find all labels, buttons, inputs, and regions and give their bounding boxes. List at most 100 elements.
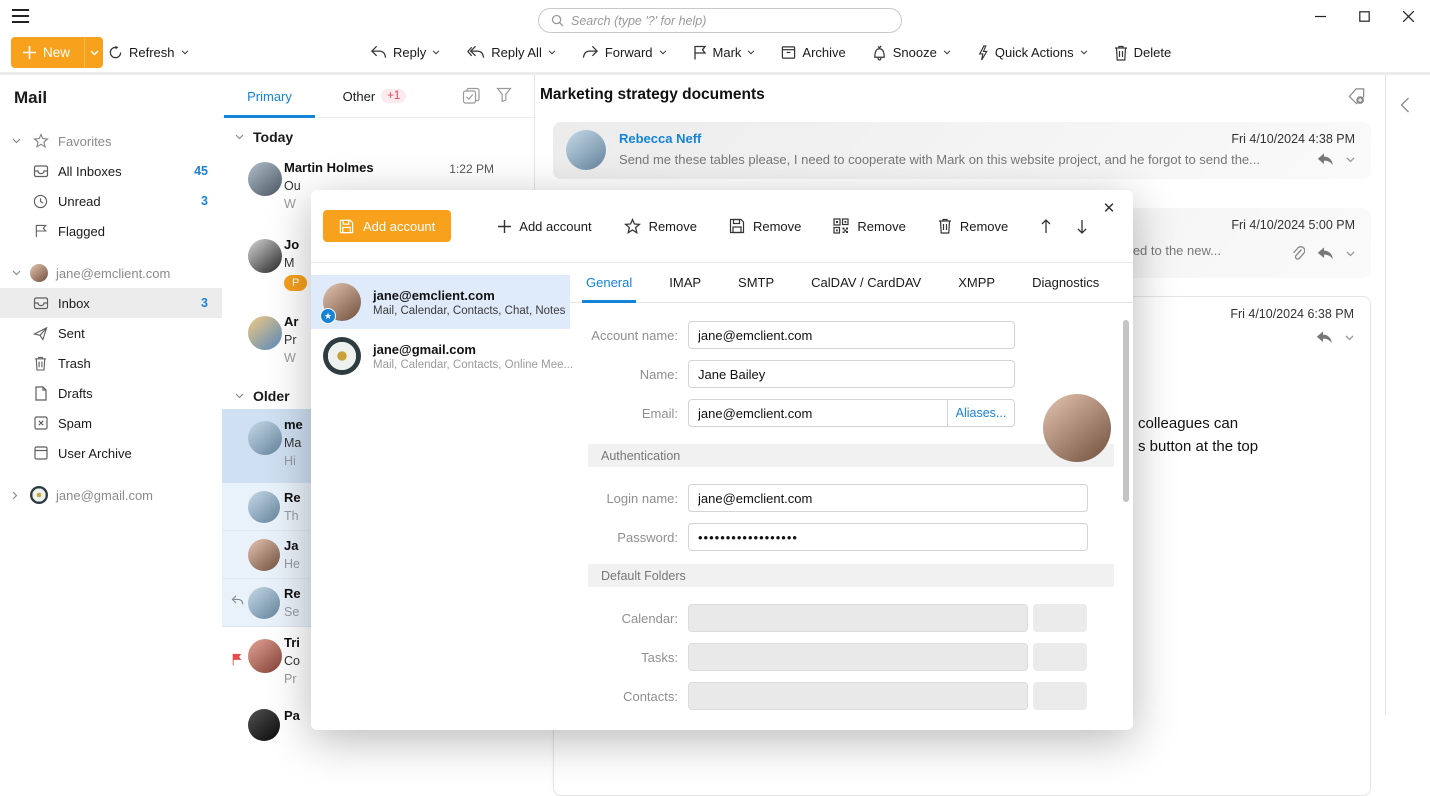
trash-label: Trash	[58, 356, 222, 371]
add-account-primary-button[interactable]: Add account	[323, 210, 451, 242]
account-list-item-selected[interactable]: ★ jane@emclient.com Mail, Calendar, Cont…	[311, 275, 570, 329]
message-card-collapsed[interactable]: Rebecca Neff Fri 4/10/2024 4:38 PM Send …	[553, 122, 1371, 179]
account-header-gmail[interactable]: jane@gmail.com	[0, 480, 222, 510]
sidebar-item-flagged[interactable]: Flagged	[0, 216, 222, 246]
archive-button[interactable]: Archive	[781, 45, 845, 60]
remove-account-button[interactable]: Remove	[938, 218, 1008, 234]
maximize-button[interactable]	[1342, 0, 1386, 33]
favorites-header[interactable]: Favorites	[0, 126, 222, 156]
account-name-input[interactable]	[688, 321, 1015, 349]
message-date: Fri 4/10/2024 4:38 PM	[1231, 132, 1355, 146]
group-label: Today	[253, 129, 293, 145]
new-dropdown-arrow[interactable]	[84, 37, 103, 68]
sidebar-item-all-inboxes[interactable]: All Inboxes 45	[0, 156, 222, 186]
tab-caldav-carddav[interactable]: CalDAV / CardDAV	[811, 263, 921, 303]
sidebar-item-spam[interactable]: Spam	[0, 408, 222, 438]
tab-xmpp[interactable]: XMPP	[958, 263, 995, 303]
move-down-button[interactable]	[1076, 219, 1088, 234]
account-list-item[interactable]: jane@gmail.com Mail, Calendar, Contacts,…	[311, 329, 570, 383]
expand-panel-icon[interactable]	[1400, 97, 1416, 113]
sidebar-item-user-archive[interactable]: User Archive	[0, 438, 222, 468]
user-archive-label: User Archive	[58, 446, 222, 461]
forward-button[interactable]: Forward	[582, 45, 667, 60]
sidebar-item-unread[interactable]: Unread 3	[0, 186, 222, 216]
avatar	[248, 491, 280, 523]
new-button[interactable]: New	[11, 37, 103, 68]
default-account-star-badge: ★	[320, 308, 336, 324]
account-header-emclient[interactable]: jane@emclient.com	[0, 258, 222, 288]
filter-icon[interactable]	[496, 87, 512, 105]
forward-icon	[582, 45, 599, 60]
avatar	[30, 264, 48, 282]
add-account-button[interactable]: Add account	[498, 219, 591, 234]
snooze-button[interactable]: Snooze	[872, 45, 951, 61]
plus-icon	[23, 46, 36, 59]
main-toolbar: New Refresh Reply Reply All Forward Mark	[0, 33, 1430, 72]
aliases-button[interactable]: Aliases...	[948, 399, 1015, 427]
calendar-browse-button[interactable]	[1033, 604, 1087, 632]
login-name-input[interactable]	[688, 484, 1088, 512]
multi-select-icon[interactable]	[462, 87, 481, 105]
mark-button[interactable]: Mark	[693, 45, 756, 60]
archive-icon	[781, 45, 796, 60]
tasks-browse-button[interactable]	[1033, 643, 1087, 671]
reply-all-button[interactable]: Reply All	[466, 45, 556, 60]
chevron-down-icon[interactable]	[1345, 335, 1354, 341]
reply-arrow-icon[interactable]	[1317, 153, 1334, 166]
reply-arrow-icon[interactable]	[1316, 331, 1333, 344]
avatar	[566, 130, 606, 170]
save-icon	[729, 218, 745, 234]
app-menu-icon[interactable]	[12, 9, 29, 23]
avatar	[30, 486, 48, 504]
reply-all-label: Reply All	[491, 45, 542, 60]
tab-other[interactable]: Other +1	[317, 75, 432, 118]
sidebar-item-trash[interactable]: Trash	[0, 348, 222, 378]
remove-favorite-button[interactable]: Remove	[624, 218, 697, 235]
name-input[interactable]	[688, 360, 1015, 388]
send-icon	[32, 326, 49, 341]
sidebar-item-drafts[interactable]: Drafts	[0, 378, 222, 408]
tab-diagnostics[interactable]: Diagnostics	[1032, 263, 1099, 303]
add-tag-icon[interactable]	[1347, 87, 1367, 106]
time: 1:22 PM	[449, 162, 494, 176]
chevron-down-icon[interactable]	[1346, 251, 1355, 257]
sidebar-item-inbox[interactable]: Inbox 3	[0, 288, 222, 318]
accounts-dialog: ✕ Add account Add account Remove Remove …	[311, 190, 1133, 730]
tab-other-label: Other	[343, 89, 376, 104]
close-button[interactable]	[1386, 0, 1430, 33]
conversation-subject: Marketing strategy documents	[540, 86, 765, 104]
contacts-folder-input	[688, 682, 1028, 710]
trash-icon	[938, 218, 952, 234]
remove-qr-button[interactable]: Remove	[833, 218, 905, 234]
reply-button[interactable]: Reply	[370, 45, 440, 60]
tab-general[interactable]: General	[586, 263, 632, 303]
move-up-button[interactable]	[1040, 219, 1052, 234]
search-input[interactable]	[571, 14, 889, 28]
tab-imap[interactable]: IMAP	[669, 263, 701, 303]
star-icon	[32, 133, 49, 149]
account-services: Mail, Calendar, Contacts, Chat, Notes	[373, 305, 565, 317]
reply-icon	[370, 45, 387, 60]
dialog-scrollbar[interactable]	[1123, 320, 1129, 720]
sidebar-item-sent[interactable]: Sent	[0, 318, 222, 348]
tab-primary[interactable]: Primary	[222, 75, 317, 118]
dialog-toolbar: Add account Add account Remove Remove Re…	[311, 190, 1133, 263]
tab-smtp[interactable]: SMTP	[738, 263, 774, 303]
refresh-button[interactable]: Refresh	[108, 45, 189, 60]
remove-save-button[interactable]: Remove	[729, 218, 801, 234]
contacts-browse-button[interactable]	[1033, 682, 1087, 710]
reply-arrow-icon[interactable]	[1317, 247, 1334, 260]
global-search[interactable]	[538, 8, 902, 33]
quick-actions-button[interactable]: Quick Actions	[977, 45, 1088, 61]
avatar	[248, 162, 282, 196]
delete-button[interactable]: Delete	[1114, 45, 1172, 61]
message-date: Fri 4/10/2024 5:00 PM	[1231, 218, 1355, 232]
replied-icon	[231, 595, 244, 606]
email-input[interactable]	[688, 399, 948, 427]
password-input[interactable]	[688, 523, 1088, 551]
chevron-down-icon[interactable]	[1346, 157, 1355, 163]
tasks-folder-input	[688, 643, 1028, 671]
minimize-button[interactable]	[1298, 0, 1342, 33]
group-header-today[interactable]: Today	[222, 124, 534, 150]
remove-label: Remove	[857, 219, 905, 234]
